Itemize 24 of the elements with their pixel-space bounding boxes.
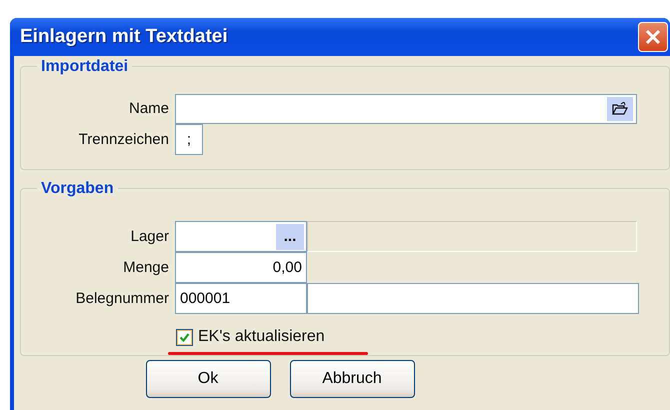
input-field[interactable]: 000001 [175,283,307,314]
field-label: Lager [130,228,170,245]
check-icon [179,332,190,342]
checkbox-label: EK's aktualisieren [198,328,325,346]
input-field[interactable] [307,283,639,314]
lookup-button[interactable]: ... [276,224,304,250]
folder-icon [612,102,628,116]
field-label: Menge [122,259,170,276]
input-field[interactable]: ... [175,221,307,252]
input-field[interactable] [175,94,637,124]
window-title: Einlagern mit Textdatei [20,26,228,48]
browse-button[interactable] [607,96,633,120]
field-label: Name [128,100,170,117]
group-title: Vorgaben [37,180,118,198]
close-button[interactable] [638,22,668,52]
input-field[interactable]: ; [175,124,203,155]
close-icon [645,29,661,45]
field-label: Trennzeichen [78,131,170,148]
input-field[interactable]: 0,00 [175,252,307,283]
dialog-button[interactable]: Abbruch [290,360,414,398]
field-label: Belegnummer [74,290,170,307]
dialog-button[interactable]: Ok [146,360,270,398]
checkbox[interactable] [176,328,193,346]
group-title: Importdatei [37,58,132,76]
